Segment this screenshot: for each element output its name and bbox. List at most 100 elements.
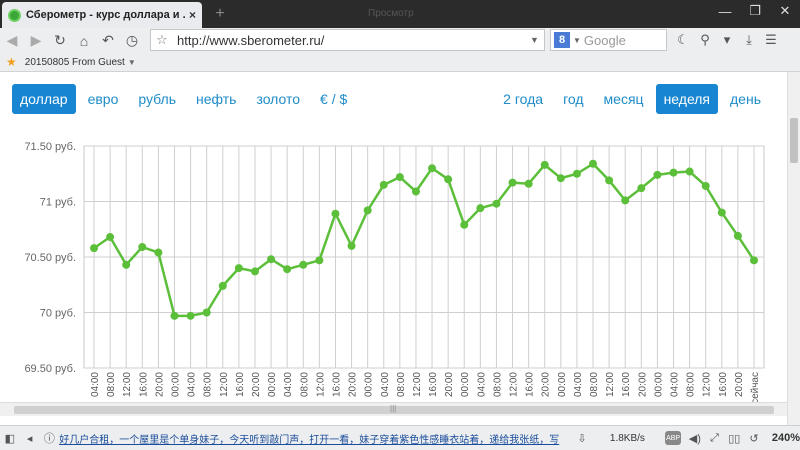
- nav-tools: ☾ ⚲ ▾ ⤓ ☰: [672, 29, 782, 51]
- data-point: [411, 187, 420, 196]
- fullscreen-icon[interactable]: ⤢: [705, 428, 725, 448]
- x-tick-label: 20:00: [541, 372, 552, 397]
- x-tick-label: 08:00: [106, 372, 117, 397]
- vertical-scrollbar-thumb[interactable]: [790, 118, 798, 163]
- zoom-level[interactable]: 240%: [772, 432, 800, 444]
- back-icon[interactable]: ◀: [0, 30, 24, 52]
- x-tick-label: 20:00: [154, 372, 165, 397]
- minimize-button[interactable]: —: [710, 0, 740, 22]
- download-icon[interactable]: ⤓: [738, 29, 760, 51]
- reload-icon[interactable]: ↻: [48, 30, 72, 52]
- y-tick-label: 71.50 руб.: [24, 141, 76, 153]
- bookmark-star-icon[interactable]: ☆: [151, 32, 173, 48]
- tab-active[interactable]: Сберометр - курс доллара и ... ×: [2, 2, 202, 28]
- split-view-icon[interactable]: ▯▯: [724, 428, 744, 448]
- moon-icon[interactable]: ☾: [672, 29, 694, 51]
- filter-period-2[interactable]: месяц: [596, 84, 652, 114]
- vertical-scrollbar[interactable]: [787, 72, 800, 425]
- news-ticker[interactable]: 好几户合租，一个屋里是个单身妹子，今天听到敲门声，打开一看，妹子穿着紫色性感睡衣…: [59, 431, 572, 446]
- filter-currency-2[interactable]: рубль: [130, 84, 184, 114]
- menu-icon[interactable]: ☰: [760, 29, 782, 51]
- search-engine-dropdown-icon[interactable]: ▼: [573, 36, 581, 45]
- data-point: [170, 311, 179, 320]
- x-tick-label: 04:00: [476, 372, 487, 397]
- tools-dropdown-icon[interactable]: ▾: [716, 29, 738, 51]
- data-point: [363, 206, 372, 215]
- reset-zoom-icon[interactable]: ↺: [744, 428, 764, 448]
- url-text[interactable]: http://www.sberometer.ru/: [173, 33, 530, 48]
- status-bar: ◧ ◂ ⓘ 好几户合租，一个屋里是个单身妹子，今天听到敲门声，打开一看，妹子穿着…: [0, 425, 800, 450]
- bookmark-folder[interactable]: 20150805 From Guest: [25, 57, 125, 68]
- volume-icon[interactable]: ◀): [685, 428, 705, 448]
- bookmarks-bar: ★ 20150805 From Guest ▼: [0, 53, 800, 72]
- data-point: [508, 178, 517, 187]
- x-tick-label: 16:00: [718, 372, 729, 397]
- data-point: [267, 255, 276, 264]
- site-favicon-icon: [8, 8, 21, 22]
- data-point: [395, 173, 404, 182]
- x-tick-label: 12:00: [219, 372, 230, 397]
- x-tick-label: 12:00: [122, 372, 133, 397]
- close-window-button[interactable]: ✕: [770, 0, 800, 22]
- bookmark-dropdown-icon[interactable]: ▼: [128, 58, 136, 67]
- data-point: [589, 159, 598, 168]
- x-tick-label: 04:00: [187, 372, 198, 397]
- tab-ghost[interactable]: Просмотр: [348, 8, 458, 28]
- x-tick-label: 08:00: [203, 372, 214, 397]
- x-tick-label: 20:00: [734, 372, 745, 397]
- data-point: [315, 256, 324, 265]
- tab-title: Сберометр - курс доллара и ...: [26, 9, 185, 21]
- search-input[interactable]: 8 ▼ Google: [550, 29, 667, 51]
- data-point: [460, 220, 469, 229]
- x-tick-label: 16:00: [428, 372, 439, 397]
- data-point: [428, 164, 437, 173]
- address-bar[interactable]: ☆ http://www.sberometer.ru/ ▼: [150, 29, 545, 51]
- tools-icon[interactable]: ⚲: [694, 29, 716, 51]
- sidebar-toggle-icon[interactable]: ◧: [0, 428, 20, 448]
- x-tick-label: 00:00: [267, 372, 278, 397]
- y-tick-label: 70 руб.: [40, 308, 76, 320]
- x-tick-label: 20:00: [348, 372, 359, 397]
- data-point: [476, 204, 485, 213]
- data-point: [90, 244, 98, 253]
- sound-off-icon[interactable]: ◂: [20, 428, 40, 448]
- filter-period-1[interactable]: год: [555, 84, 591, 114]
- filter-currency-5[interactable]: € / $: [312, 84, 355, 114]
- new-tab-button[interactable]: +: [212, 6, 228, 22]
- home-icon[interactable]: ⌂: [72, 30, 96, 52]
- x-tick-label: 12:00: [605, 372, 616, 397]
- x-tick-label: 00:00: [653, 372, 664, 397]
- adblock-icon[interactable]: ABP: [665, 431, 681, 445]
- search-engine-icon[interactable]: 8: [554, 32, 570, 48]
- history-icon[interactable]: ◷: [120, 30, 144, 52]
- download-speed-icon: ⇩: [577, 432, 587, 445]
- data-point: [202, 308, 211, 317]
- data-point: [556, 174, 565, 183]
- filter-currency-0[interactable]: доллар: [12, 84, 76, 114]
- filter-currency-3[interactable]: нефть: [188, 84, 244, 114]
- filter-period-4[interactable]: день: [722, 84, 769, 114]
- forward-icon[interactable]: ▶: [24, 30, 48, 52]
- data-point: [669, 168, 678, 177]
- data-point: [733, 231, 742, 240]
- x-tick-label: 04:00: [90, 372, 101, 397]
- nav-bar: ◀ ▶ ↻ ⌂ ↶ ◷ ☆ http://www.sberometer.ru/ …: [0, 28, 800, 53]
- maximize-button[interactable]: ❐: [740, 0, 770, 22]
- currency-filters: доллар евро рубль нефть золото € / $: [12, 84, 359, 114]
- data-point: [605, 176, 614, 185]
- tab-close-icon[interactable]: ×: [189, 8, 196, 22]
- filter-period-3[interactable]: неделя: [655, 84, 719, 114]
- page-viewport: доллар евро рубль нефть золото € / $ 2 года го…: [0, 72, 787, 425]
- data-point: [347, 241, 356, 250]
- info-icon[interactable]: ⓘ: [39, 428, 59, 448]
- filter-period-0[interactable]: 2 года: [495, 84, 551, 114]
- address-dropdown-icon[interactable]: ▼: [530, 35, 544, 45]
- undo-icon[interactable]: ↶: [96, 30, 120, 52]
- horizontal-scrollbar[interactable]: |||: [0, 402, 787, 416]
- data-point: [653, 170, 662, 179]
- x-tick-label: 00:00: [364, 372, 375, 397]
- x-tick-label: 16:00: [525, 372, 536, 397]
- x-tick-label: 00:00: [460, 372, 471, 397]
- filter-currency-4[interactable]: золото: [248, 84, 308, 114]
- filter-currency-1[interactable]: евро: [80, 84, 127, 114]
